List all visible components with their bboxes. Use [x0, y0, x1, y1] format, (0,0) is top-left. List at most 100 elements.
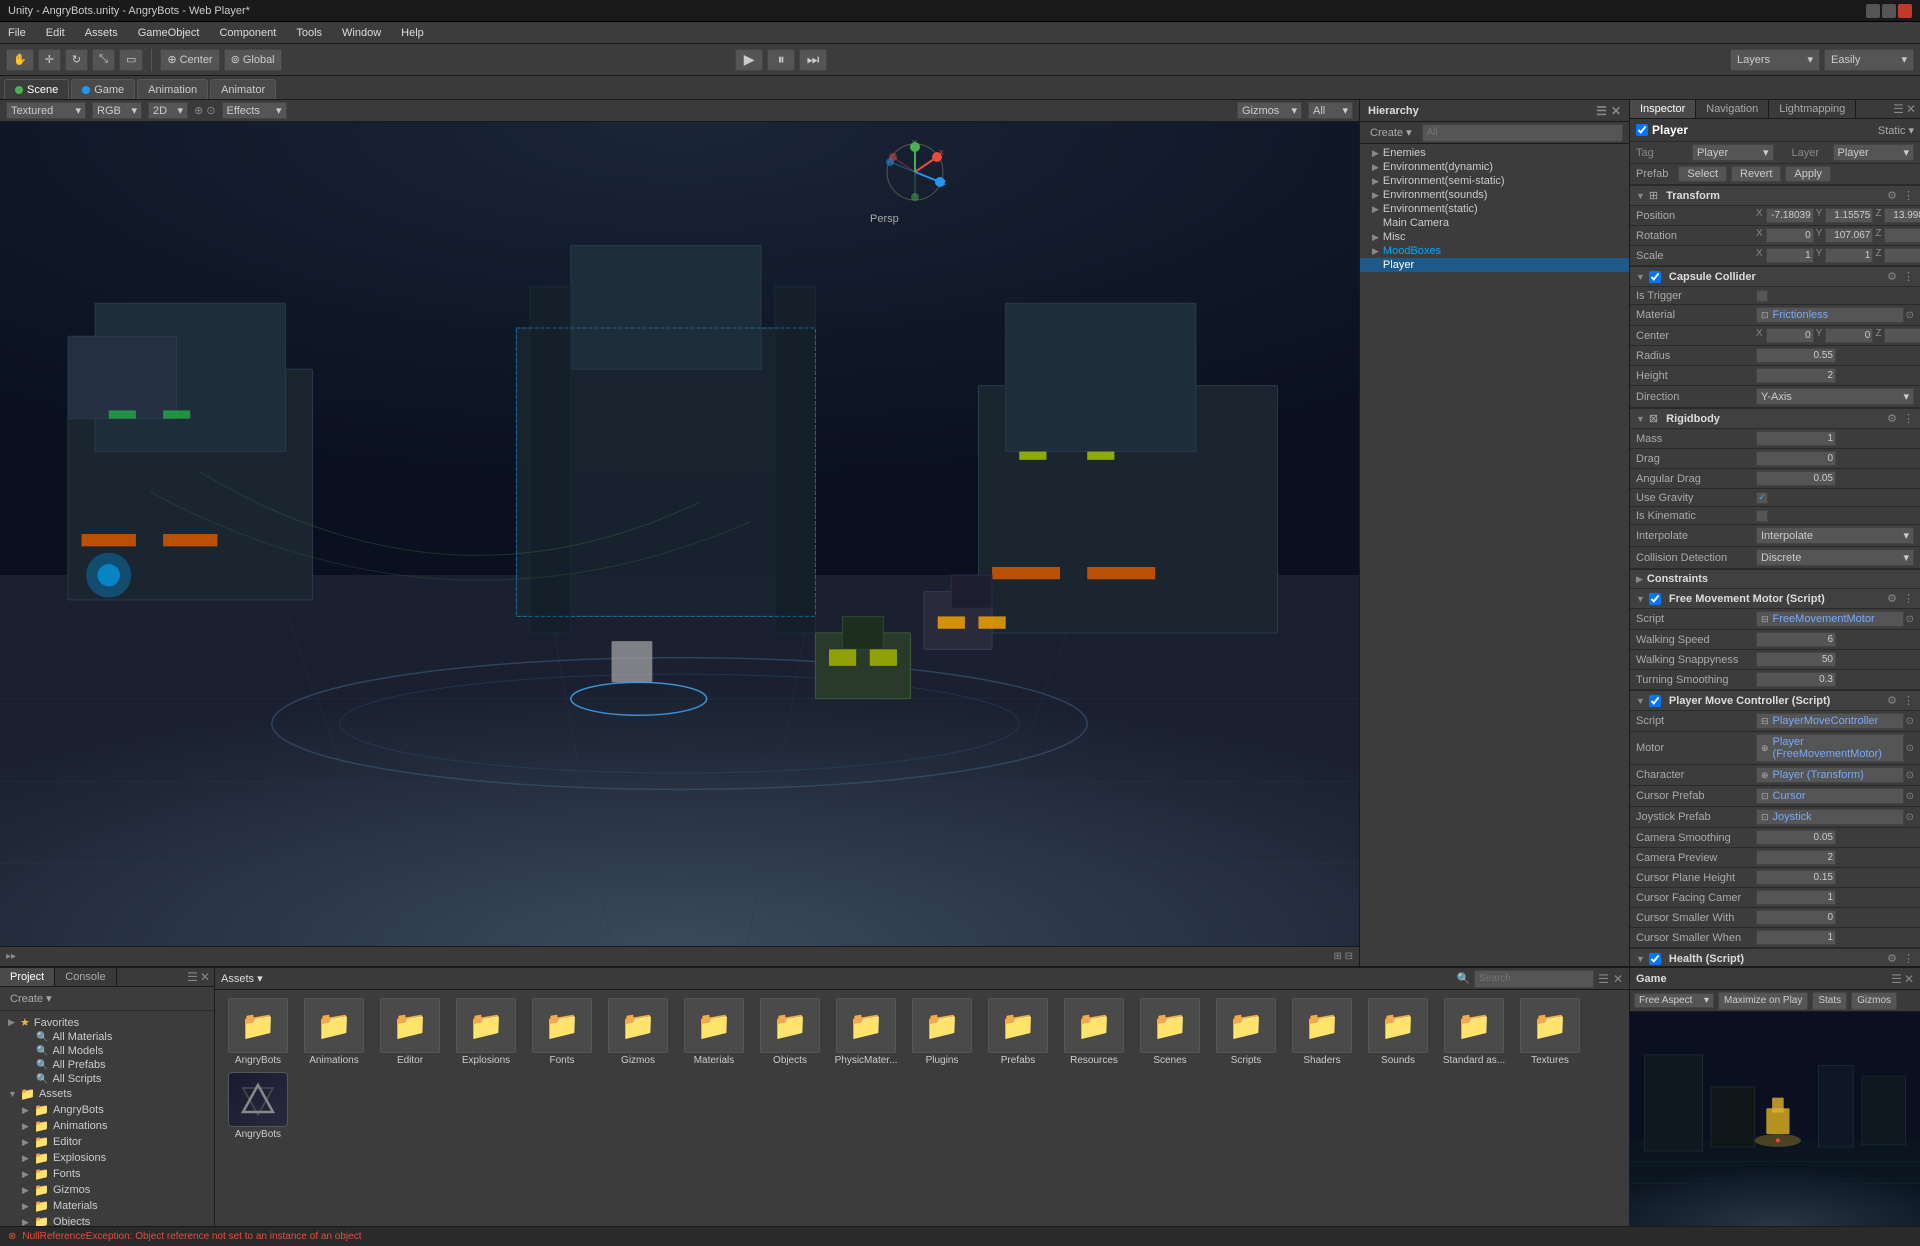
tab-animator[interactable]: Animator: [210, 79, 276, 99]
is-trigger-checkbox[interactable]: [1756, 290, 1768, 302]
asset-editor[interactable]: 📁 Editor: [375, 998, 445, 1066]
maximize-on-play-btn[interactable]: Maximize on Play: [1718, 992, 1808, 1010]
tab-project[interactable]: Project: [0, 968, 55, 986]
hierarchy-menu-btn[interactable]: ☰: [1596, 104, 1607, 118]
pivot-mode-btn[interactable]: ⊕ Center: [160, 49, 219, 71]
pmc-character-ref[interactable]: ⊕ Player (Transform): [1756, 767, 1904, 783]
hier-item-player[interactable]: ▶Player: [1360, 258, 1629, 272]
asset-scenes[interactable]: 📁 Scenes: [1135, 998, 1205, 1066]
gizmos-filter-dropdown[interactable]: All ▾: [1308, 102, 1353, 119]
rot-z-input[interactable]: [1884, 228, 1920, 243]
asset-resources[interactable]: 📁 Resources: [1059, 998, 1129, 1066]
scale-z-input[interactable]: [1884, 248, 1920, 263]
maximize-btn[interactable]: [1882, 4, 1896, 18]
free-movement-motor-header[interactable]: ▼ Free Movement Motor (Script) ⚙ ⋮: [1630, 588, 1920, 609]
all-scripts-item[interactable]: 🔍 All Scripts: [4, 1072, 210, 1086]
tab-scene[interactable]: Scene: [4, 79, 69, 99]
hierarchy-search[interactable]: [1422, 124, 1623, 142]
menu-component[interactable]: Component: [215, 25, 280, 41]
player-move-controller-header[interactable]: ▼ Player Move Controller (Script) ⚙ ⋮: [1630, 690, 1920, 711]
scale-x-input[interactable]: [1766, 248, 1814, 263]
scene-view-3d[interactable]: X Y Z Persp: [0, 122, 1359, 946]
health-gear[interactable]: ⚙: [1887, 952, 1897, 965]
assets-panel-close-btn[interactable]: ✕: [1613, 972, 1623, 986]
animations-folder[interactable]: ▶ 📁 Animations: [4, 1118, 210, 1134]
cursor-prefab-ref[interactable]: ⊡ Cursor: [1756, 788, 1904, 804]
transform-component-header[interactable]: ▼ ⊞ Transform ⚙ ⋮: [1630, 185, 1920, 206]
free-movement-gear[interactable]: ⚙: [1887, 592, 1897, 605]
asset-prefabs[interactable]: 📁 Prefabs: [983, 998, 1053, 1066]
hier-item-env-sounds[interactable]: ▶Environment(sounds): [1360, 188, 1629, 202]
editor-folder[interactable]: ▶ 📁 Editor: [4, 1134, 210, 1150]
pmc-motor-ref[interactable]: ⊕ Player (FreeMovementMotor): [1756, 734, 1904, 762]
scale-tool[interactable]: ⤡: [92, 49, 115, 71]
hier-item-enemies[interactable]: ▶Enemies: [1360, 146, 1629, 160]
prefab-select-btn[interactable]: Select: [1678, 166, 1727, 182]
hierarchy-create-btn[interactable]: Create ▾: [1366, 124, 1416, 141]
asset-angrybots[interactable]: 📁 AngryBots: [223, 998, 293, 1066]
layout-dropdown[interactable]: Easily ▾: [1824, 49, 1914, 71]
assets-panel-menu-btn[interactable]: ☰: [1598, 972, 1609, 986]
layers-dropdown[interactable]: Layers ▾: [1730, 49, 1820, 71]
collision-detection-dropdown[interactable]: Discrete ▾: [1756, 549, 1914, 566]
game-view[interactable]: [1630, 1012, 1920, 1226]
explosions-folder[interactable]: ▶ 📁 Explosions: [4, 1150, 210, 1166]
material-ref[interactable]: ⊡ Frictionless: [1756, 307, 1904, 323]
tab-inspector[interactable]: Inspector: [1630, 100, 1696, 118]
minimize-btn[interactable]: [1866, 4, 1880, 18]
cursor-smaller-when-input[interactable]: [1756, 930, 1836, 945]
capsule-collider-header[interactable]: ▼ Capsule Collider ⚙ ⋮: [1630, 266, 1920, 287]
asset-sounds[interactable]: 📁 Sounds: [1363, 998, 1433, 1066]
menu-file[interactable]: File: [4, 25, 30, 41]
render-scale-dropdown[interactable]: 2D ▾: [148, 102, 188, 119]
tab-lightmapping[interactable]: Lightmapping: [1769, 100, 1856, 118]
cursor-facing-camera-input[interactable]: [1756, 890, 1836, 905]
assets-root[interactable]: ▼ 📁 Assets: [4, 1086, 210, 1102]
step-button[interactable]: ⏭: [799, 49, 827, 71]
direction-dropdown[interactable]: Y-Axis ▾: [1756, 388, 1914, 405]
hier-item-misc[interactable]: ▶Misc: [1360, 230, 1629, 244]
menu-assets[interactable]: Assets: [81, 25, 122, 41]
fonts-folder[interactable]: ▶ 📁 Fonts: [4, 1166, 210, 1182]
game-aspect-dropdown[interactable]: Free Aspect ▾: [1634, 993, 1714, 1008]
center-x-input[interactable]: [1766, 328, 1814, 343]
cursor-plane-height-input[interactable]: [1756, 870, 1836, 885]
hier-item-env-static[interactable]: ▶Environment(static): [1360, 202, 1629, 216]
asset-explosions[interactable]: 📁 Explosions: [451, 998, 521, 1066]
rect-tool[interactable]: ▭: [119, 49, 143, 71]
tab-game[interactable]: Game: [71, 79, 135, 99]
asset-gizmos[interactable]: 📁 Gizmos: [603, 998, 673, 1066]
asset-standard[interactable]: 📁 Standard as...: [1439, 998, 1509, 1066]
object-enabled-checkbox[interactable]: [1636, 124, 1648, 136]
tab-console[interactable]: Console: [55, 968, 116, 986]
menu-edit[interactable]: Edit: [42, 25, 69, 41]
asset-animations[interactable]: 📁 Animations: [299, 998, 369, 1066]
menu-tools[interactable]: Tools: [292, 25, 326, 41]
rot-x-input[interactable]: [1766, 228, 1814, 243]
effects-dropdown[interactable]: Effects ▾: [222, 102, 287, 119]
move-tool[interactable]: ✛: [38, 49, 61, 71]
favorites-section[interactable]: ▶ ★ Favorites: [4, 1015, 210, 1030]
pmc-enabled[interactable]: [1649, 695, 1661, 707]
pivot-space-btn[interactable]: ⊚ Global: [224, 49, 282, 71]
prefab-apply-btn[interactable]: Apply: [1785, 166, 1831, 182]
health-enabled[interactable]: [1649, 953, 1661, 965]
tab-navigation[interactable]: Navigation: [1696, 100, 1769, 118]
tab-animation[interactable]: Animation: [137, 79, 208, 99]
assets-search-input[interactable]: [1474, 970, 1594, 988]
material-select-btn[interactable]: ⊙: [1906, 310, 1914, 321]
menu-window[interactable]: Window: [338, 25, 385, 41]
pos-x-input[interactable]: [1766, 208, 1814, 223]
transform-more-btn[interactable]: ⋮: [1903, 189, 1914, 202]
hier-item-moodboxes[interactable]: ▶MoodBoxes: [1360, 244, 1629, 258]
menu-help[interactable]: Help: [397, 25, 428, 41]
height-input[interactable]: [1756, 368, 1836, 383]
asset-shaders[interactable]: 📁 Shaders: [1287, 998, 1357, 1066]
render-mode-dropdown[interactable]: Textured ▾: [6, 102, 86, 119]
constraints-section[interactable]: ▶ Constraints: [1630, 569, 1920, 588]
turning-smooth-input[interactable]: [1756, 672, 1836, 687]
walking-snappy-input[interactable]: [1756, 652, 1836, 667]
game-panel-close-btn[interactable]: ✕: [1904, 972, 1914, 986]
asset-objects[interactable]: 📁 Objects: [755, 998, 825, 1066]
assets-search-icon[interactable]: 🔍: [1456, 972, 1470, 985]
